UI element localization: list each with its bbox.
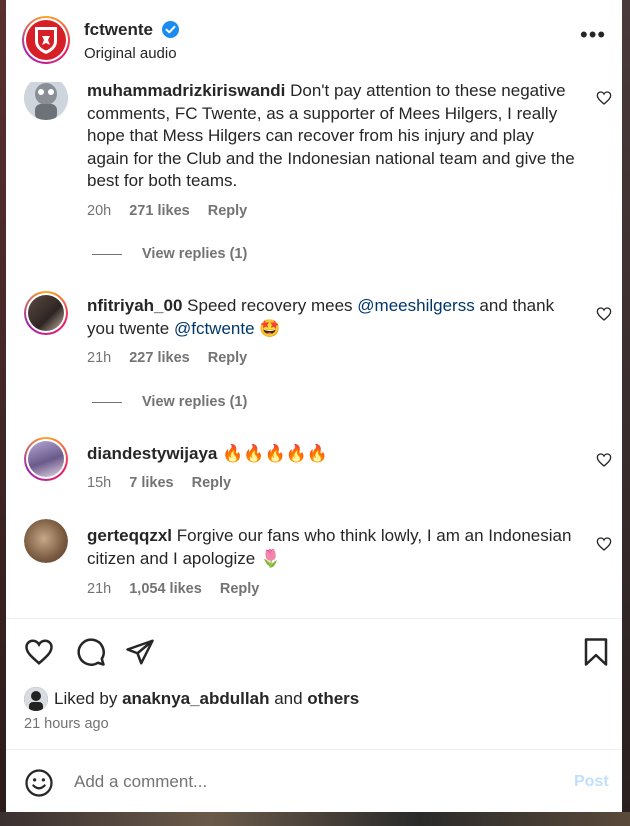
comment-time: 21h <box>87 350 112 366</box>
background-right <box>622 0 630 826</box>
like-comment-heart-icon[interactable] <box>596 536 612 552</box>
comment-reply-button[interactable]: Reply <box>192 475 232 491</box>
comment-likes[interactable]: 7 likes <box>129 475 173 491</box>
view-replies-button[interactable]: View replies (1) <box>92 394 247 410</box>
comment-username[interactable]: diandestywijaya <box>87 444 217 463</box>
comment-likes[interactable]: 227 likes <box>129 350 189 366</box>
like-comment-heart-icon[interactable] <box>596 90 612 106</box>
liker-avatar[interactable] <box>24 687 48 711</box>
comment-text: nfitriyah_00 Speed recovery mees @meeshi… <box>87 295 577 340</box>
comment-reply-button[interactable]: Reply <box>208 203 248 219</box>
comment-reply-button[interactable]: Reply <box>208 350 248 366</box>
comment-meta: 21h 1,054 likes Reply <box>87 581 273 597</box>
comment-time: 20h <box>87 203 112 219</box>
save-bookmark-icon[interactable] <box>581 637 611 667</box>
comment-avatar[interactable] <box>24 291 68 335</box>
comment-meta: 20h 271 likes Reply <box>87 203 261 219</box>
comment-text: gerteqqzxl Forgive our fans who think lo… <box>87 525 577 570</box>
account-avatar[interactable] <box>22 16 70 64</box>
comment-body: Speed recovery mees <box>187 296 353 315</box>
comment-text: diandestywijaya 🔥🔥🔥🔥🔥 <box>87 443 577 466</box>
divider <box>6 618 622 619</box>
share-send-icon[interactable] <box>125 637 155 667</box>
audio-label[interactable]: Original audio <box>84 45 177 62</box>
add-comment-bar: Add a comment... Post <box>6 748 622 812</box>
comment-avatar[interactable] <box>24 437 68 481</box>
comment-likes[interactable]: 1,054 likes <box>129 581 202 597</box>
comment-meta: 21h 227 likes Reply <box>87 350 261 366</box>
background-bottom <box>0 812 630 826</box>
emoji: 🤩 <box>259 318 281 338</box>
liked-by-prefix: Liked by <box>54 689 118 708</box>
post-comment-button[interactable]: Post <box>574 773 609 791</box>
like-heart-icon[interactable] <box>24 637 54 667</box>
view-replies-label: View replies (1) <box>142 246 248 262</box>
comment-reply-button[interactable]: Reply <box>220 581 260 597</box>
account-username[interactable]: fctwente <box>84 20 153 40</box>
view-replies-button[interactable]: View replies (1) <box>92 246 247 262</box>
comment-likes[interactable]: 271 likes <box>129 203 189 219</box>
like-comment-heart-icon[interactable] <box>596 452 612 468</box>
post-timestamp[interactable]: 21 hours ago <box>24 716 109 732</box>
comment-time: 21h <box>87 581 112 597</box>
fc-twente-logo <box>35 27 57 54</box>
liked-by: Liked by anaknya_abdullah and others <box>24 686 604 712</box>
like-comment-heart-icon[interactable] <box>596 306 612 322</box>
post-panel: fctwente Original audio ••• muhammadrizk… <box>6 0 622 812</box>
post-header: fctwente Original audio ••• <box>6 0 622 82</box>
mention-link[interactable]: @meeshilgerss <box>357 296 474 315</box>
comment-meta: 15h 7 likes Reply <box>87 475 245 491</box>
likes-others-link[interactable]: others <box>307 689 359 708</box>
comment-username[interactable]: nfitriyah_00 <box>87 296 182 315</box>
more-options-icon[interactable]: ••• <box>580 24 608 48</box>
comment-time: 15h <box>87 475 112 491</box>
comment-text: muhammadrizkiriswandi Don't pay attentio… <box>87 82 577 193</box>
comment-avatar[interactable] <box>24 519 68 563</box>
post-actions <box>6 620 622 680</box>
comment-input[interactable]: Add a comment... <box>74 772 207 792</box>
verified-badge-icon <box>162 21 179 38</box>
comment-username[interactable]: gerteqqzxl <box>87 526 172 545</box>
comment-avatar[interactable] <box>24 82 68 120</box>
liked-by-joiner: and <box>274 689 303 708</box>
emoji-picker-icon[interactable] <box>24 768 54 798</box>
comments-list[interactable]: muhammadrizkiriswandi Don't pay attentio… <box>6 82 622 617</box>
comment-bubble-icon[interactable] <box>76 637 106 667</box>
view-replies-label: View replies (1) <box>142 394 248 410</box>
comment-body: 🔥🔥🔥🔥🔥 <box>222 444 328 463</box>
liker-username[interactable]: anaknya_abdullah <box>122 689 269 708</box>
comment-username[interactable]: muhammadrizkiriswandi <box>87 82 285 100</box>
mention-link[interactable]: @fctwente <box>174 319 255 338</box>
